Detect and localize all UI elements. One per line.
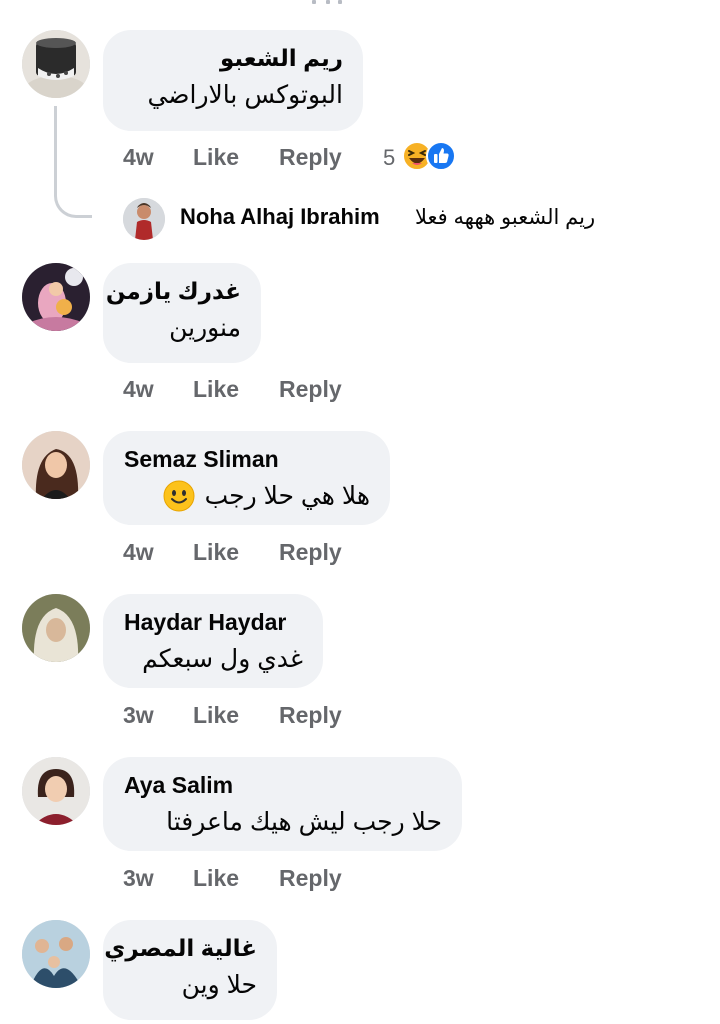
avatar[interactable] [22,263,90,331]
comment-time[interactable]: 4w [123,144,154,171]
comment-text: غدي ول سبعكم [142,645,303,673]
reaction-count: 5 [383,145,396,170]
comment-text: حلا وين [181,971,257,999]
avatar[interactable] [22,431,90,499]
comment-bubble[interactable]: Semaz Sliman هلا هي حلا رجب [103,431,390,525]
commenter-name[interactable]: Aya Salim [124,770,442,800]
comment-text: حلا رجب ليش هيك ماعرفتا [166,808,442,836]
reply-preview-text: ريم الشعبو هههه فعلا [415,206,596,229]
comment-bubble[interactable]: غالية المصري حلا وين [103,920,277,1020]
comment-time[interactable]: 3w [123,702,154,729]
comment-time[interactable]: 3w [123,865,154,892]
comment-text: منورين [169,314,241,342]
slightly-smiling-face-icon [163,480,195,512]
like-button[interactable]: Like [193,702,239,729]
comment-time[interactable]: 4w [123,539,154,566]
avatar[interactable] [22,30,90,98]
comment-bubble[interactable]: Haydar Haydar غدي ول سبعكم [103,594,323,688]
avatar[interactable] [123,198,165,240]
like-button[interactable]: Like [193,865,239,892]
commenter-name[interactable]: غدرك يازمن [106,276,241,306]
comment-bubble[interactable]: ريم الشعبو البوتوكس بالاراضي [103,30,363,131]
reply-button[interactable]: Reply [279,865,342,892]
comment-text: البوتوكس بالاراضي [147,81,343,109]
like-icon [426,141,456,171]
scroll-fragment [312,0,344,6]
comment-text: هلا هي حلا رجب [204,482,370,510]
avatar[interactable] [22,594,90,662]
comment-time[interactable]: 4w [123,376,154,403]
commenter-name[interactable]: ريم الشعبو [124,43,343,73]
reply-author-name[interactable]: Noha Alhaj Ibrahim [180,204,380,230]
comment-text-row: هلا هي حلا رجب [124,479,370,513]
reply-preview[interactable]: Noha Alhaj Ibrahim ريم الشعبو هههه فعلا [123,198,683,242]
reply-button[interactable]: Reply [279,144,342,171]
reply-button[interactable]: Reply [279,702,342,729]
avatar[interactable] [22,757,90,825]
avatar[interactable] [22,920,90,988]
like-button[interactable]: Like [193,144,239,171]
comment-bubble[interactable]: Aya Salim حلا رجب ليش هيك ماعرفتا [103,757,462,851]
like-button[interactable]: Like [193,539,239,566]
commenter-name[interactable]: Semaz Sliman [124,444,370,474]
commenter-name[interactable]: غالية المصري [104,933,257,963]
reply-button[interactable]: Reply [279,539,342,566]
reply-thread-connector [54,106,92,218]
comment-bubble[interactable]: غدرك يازمن منورين [103,263,261,363]
like-button[interactable]: Like [193,376,239,403]
reply-button[interactable]: Reply [279,376,342,403]
commenter-name[interactable]: Haydar Haydar [124,607,303,637]
